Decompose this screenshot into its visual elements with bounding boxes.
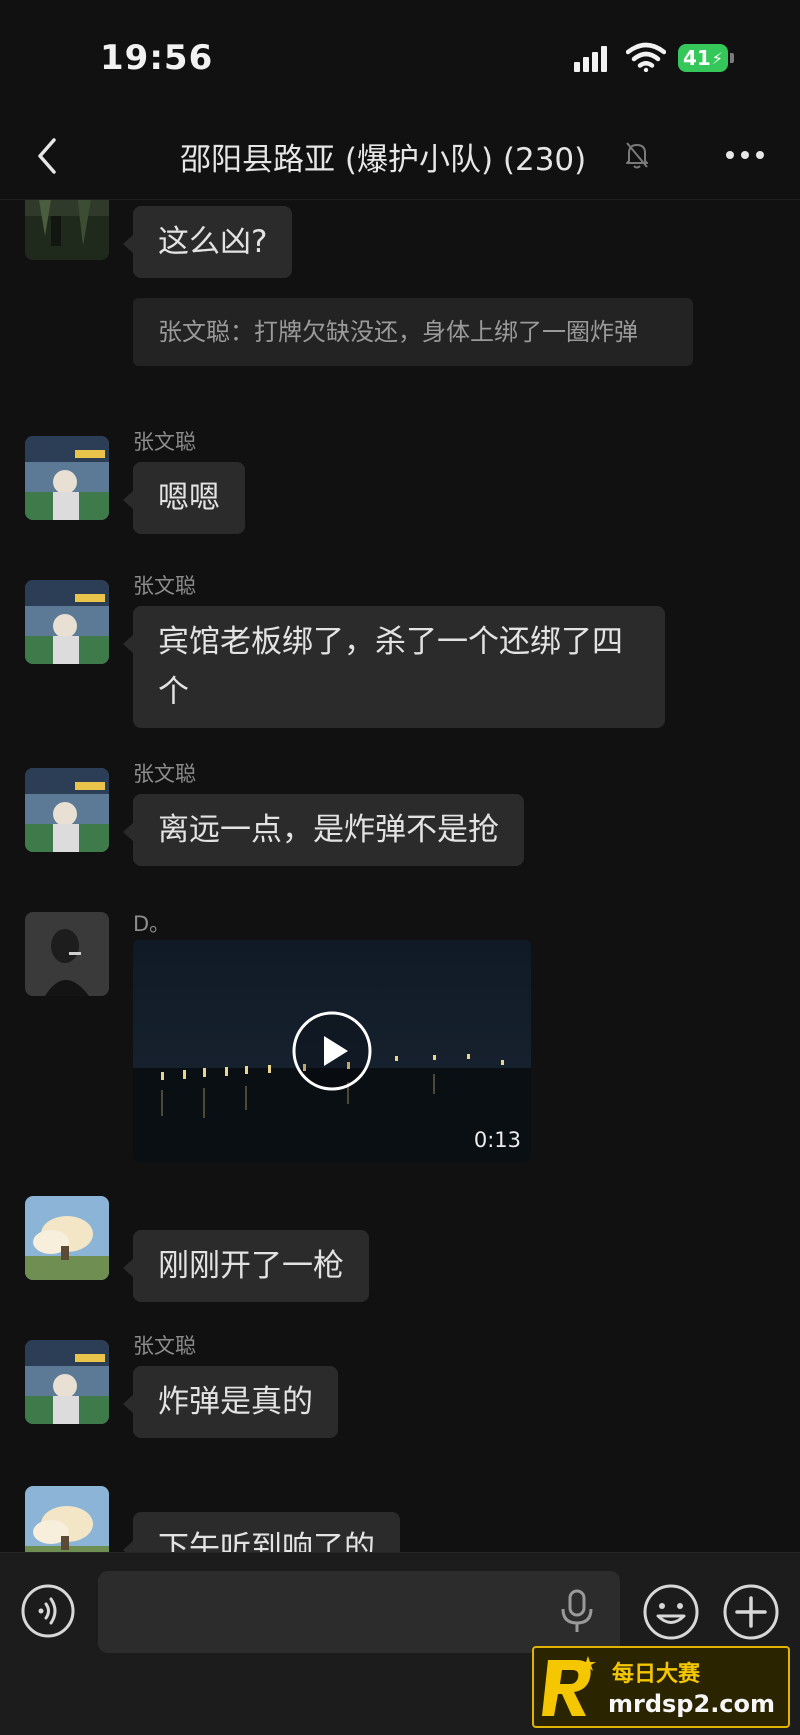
avatar[interactable] <box>25 1196 109 1280</box>
avatar[interactable] <box>25 580 109 664</box>
avatar[interactable] <box>25 768 109 852</box>
wifi-icon <box>626 42 666 72</box>
play-icon[interactable] <box>291 1010 373 1092</box>
battery-icon: 41 ⚡ <box>678 44 734 72</box>
avatar[interactable] <box>25 1340 109 1424</box>
chat-title: 邵阳县路亚 (爆护小队) (230) <box>180 142 587 178</box>
emoji-icon[interactable] <box>642 1583 700 1641</box>
message-list[interactable]: 这么凶? 张文聪：打牌欠缺没还，身体上绑了一圈炸弹 张文聪 嗯嗯 张文聪 宾馆老… <box>0 200 800 1552</box>
avatar[interactable] <box>25 912 109 996</box>
status-time: 19:56 <box>100 38 214 78</box>
sender-name: D。 <box>133 912 171 936</box>
sender-name: 张文聪 <box>133 430 196 454</box>
avatar[interactable] <box>25 1486 109 1552</box>
battery-level: 41 ⚡ <box>678 44 728 72</box>
video-message[interactable]: 0:13 <box>133 940 531 1162</box>
chat-screen: 19:56 41 ⚡ 邵阳县路亚 (爆护小队) (230) 这么凶? 张文聪：打… <box>0 0 800 1735</box>
watermark-logo-icon <box>542 1656 596 1716</box>
status-bar: 19:56 41 ⚡ <box>0 0 800 110</box>
avatar[interactable] <box>25 436 109 520</box>
message-bubble[interactable]: 嗯嗯 <box>123 462 245 534</box>
microphone-icon[interactable] <box>558 1589 596 1635</box>
sender-name: 张文聪 <box>133 762 196 786</box>
more-icon[interactable] <box>722 138 768 172</box>
message-bubble[interactable]: 下午听到响了的 <box>123 1512 400 1552</box>
quoted-message[interactable]: 张文聪：打牌欠缺没还，身体上绑了一圈炸弹 <box>133 298 693 366</box>
battery-percent: 41 <box>682 46 711 70</box>
cellular-signal-icon <box>574 46 610 72</box>
message-bubble[interactable]: 宾馆老板绑了，杀了一个还绑了四个 <box>123 606 665 728</box>
message-bubble[interactable]: 这么凶? <box>122 206 293 278</box>
back-icon[interactable] <box>30 136 66 176</box>
avatar[interactable] <box>25 200 109 260</box>
plus-icon[interactable] <box>722 1583 780 1641</box>
watermark-title: 每日大赛 <box>612 1662 701 1687</box>
sender-name: 张文聪 <box>133 1334 196 1358</box>
watermark-url: mrdsp2.com <box>608 1690 776 1718</box>
video-duration: 0:13 <box>473 1128 521 1152</box>
message-bubble[interactable]: 炸弹是真的 <box>123 1366 338 1438</box>
message-bubble[interactable]: 刚刚开了一枪 <box>123 1230 369 1302</box>
message-input[interactable] <box>98 1571 620 1653</box>
sender-name: 张文聪 <box>133 574 196 598</box>
message-bubble[interactable]: 离远一点，是炸弹不是抢 <box>123 794 524 866</box>
site-watermark: 每日大赛 mrdsp2.com <box>532 1646 790 1728</box>
mute-bell-icon <box>626 142 648 169</box>
voice-toggle-icon[interactable] <box>20 1583 76 1639</box>
chat-header: 邵阳县路亚 (爆护小队) (230) <box>0 110 800 200</box>
